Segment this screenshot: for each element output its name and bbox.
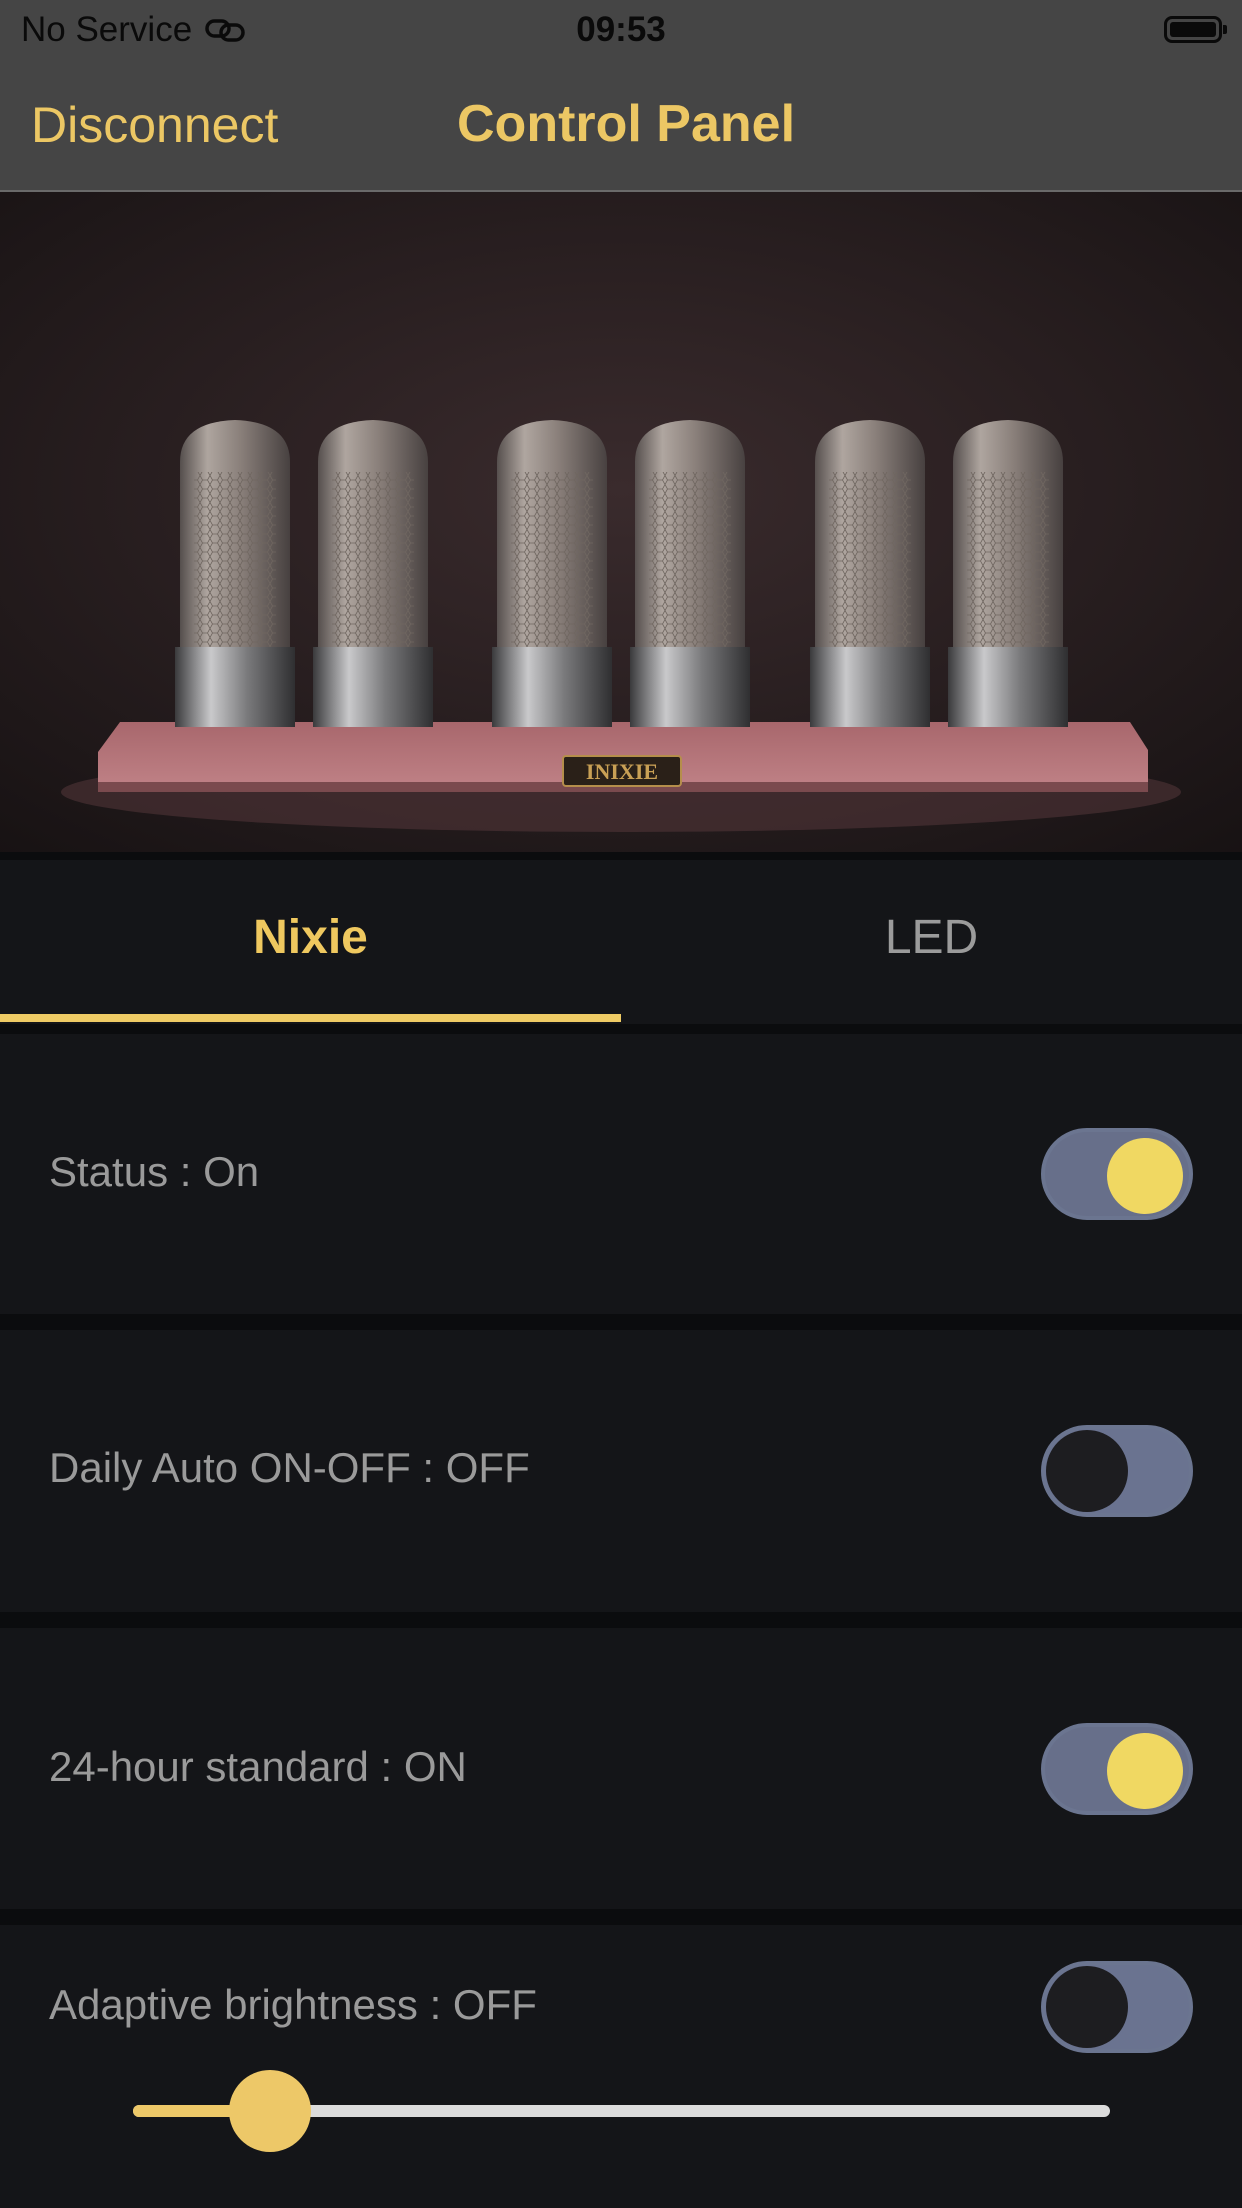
nixie-clock-photo: INIXIE <box>0 192 1242 852</box>
tab-selection-indicator <box>0 1014 621 1022</box>
slider-thumb[interactable] <box>228 2070 311 2152</box>
battery-icon <box>1164 16 1227 43</box>
base-badge-text: INIXIE <box>586 759 658 784</box>
disconnect-button[interactable]: Disconnect <box>31 96 278 154</box>
brightness-slider[interactable] <box>133 2070 1110 2152</box>
tab-bar: Nixie LED <box>0 860 1242 1024</box>
navigation-bar: Disconnect Control Panel <box>0 62 1242 192</box>
setting-row-24-hour: 24-hour standard : ON <box>0 1628 1242 1909</box>
daily-auto-label: Daily Auto ON-OFF : OFF <box>49 1444 530 1491</box>
daily-auto-toggle[interactable] <box>1041 1425 1193 1517</box>
setting-row-adaptive-brightness: Adaptive brightness : OFF <box>0 1925 1242 2208</box>
24-hour-toggle[interactable] <box>1041 1723 1193 1815</box>
setting-row-status: Status : On <box>0 1034 1242 1314</box>
status-label: Status : On <box>49 1148 260 1195</box>
setting-row-daily-auto: Daily Auto ON-OFF : OFF <box>0 1330 1242 1612</box>
tab-nixie[interactable]: Nixie <box>0 860 621 1024</box>
tab-led[interactable]: LED <box>621 860 1242 1024</box>
status-bar: No Service 09:53 <box>0 0 1242 62</box>
status-toggle[interactable] <box>1041 1128 1193 1220</box>
page-title: Control Panel <box>457 95 796 153</box>
adaptive-brightness-toggle[interactable] <box>1041 1961 1193 2053</box>
24-hour-label: 24-hour standard : ON <box>49 1743 467 1790</box>
clock: 09:53 <box>576 10 666 49</box>
adaptive-brightness-label: Adaptive brightness : OFF <box>49 1981 537 2028</box>
